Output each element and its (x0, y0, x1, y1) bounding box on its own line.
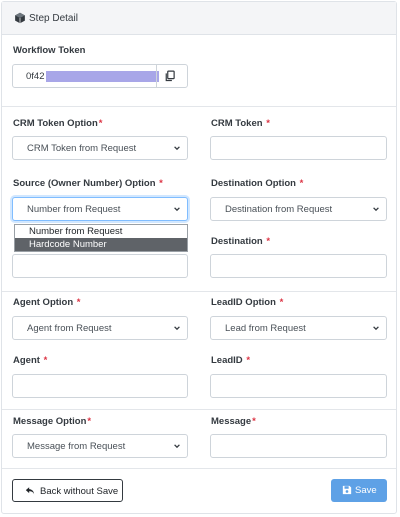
source-option-dropdown: Number from Request Hardcode Number (14, 224, 188, 252)
copy-icon[interactable] (164, 70, 176, 82)
crm-token-input[interactable] (210, 136, 387, 160)
leadid-option-value: Lead from Request (225, 323, 306, 334)
crm-token-option-label: CRM Token Option* (13, 118, 103, 129)
cube-icon (15, 12, 25, 24)
page-title: Step Detail (29, 13, 78, 24)
reply-arrow-icon (25, 487, 35, 495)
back-without-save-button[interactable]: Back without Save (12, 479, 123, 502)
message-label: Message* (211, 416, 256, 427)
workflow-token-label: Workflow Token (13, 45, 86, 56)
destination-option-select[interactable]: Destination from Request (210, 197, 387, 221)
agent-label: Agent * (13, 355, 48, 366)
dropdown-option-hardcode-number[interactable]: Hardcode Number (15, 238, 187, 251)
leadid-input[interactable] (210, 374, 387, 398)
section-divider (2, 409, 396, 410)
agent-input[interactable] (12, 374, 188, 398)
source-option-label: Source (Owner Number) Option * (13, 178, 163, 189)
workflow-token-field[interactable]: 0f42 (12, 64, 188, 88)
destination-input[interactable] (210, 254, 387, 278)
crm-token-option-select[interactable]: CRM Token from Request (12, 136, 188, 160)
source-number-input[interactable] (12, 254, 188, 278)
leadid-option-label: LeadID Option * (211, 297, 284, 308)
message-option-value: Message from Request (27, 441, 126, 452)
chevron-down-icon (174, 207, 180, 212)
chevron-down-icon (373, 207, 379, 212)
crm-token-label: CRM Token * (211, 118, 270, 129)
floppy-disk-icon (342, 485, 352, 495)
chevron-down-icon (174, 444, 180, 449)
crm-token-option-value: CRM Token from Request (27, 143, 137, 154)
input-group-divider (156, 65, 157, 87)
chevron-down-icon (174, 326, 180, 331)
save-button-label: Save (355, 485, 377, 496)
agent-option-value: Agent from Request (27, 323, 112, 334)
message-option-label: Message Option* (13, 416, 92, 427)
dropdown-option-number-from-request[interactable]: Number from Request (15, 225, 187, 238)
workflow-token-redaction (46, 71, 159, 82)
agent-option-label: Agent Option * (13, 297, 81, 308)
source-option-value: Number from Request (27, 204, 121, 215)
message-option-select[interactable]: Message from Request (12, 434, 188, 458)
section-divider (2, 291, 396, 292)
message-input[interactable] (210, 434, 387, 458)
source-option-select[interactable]: Number from Request (12, 197, 188, 221)
footer-divider (2, 468, 396, 469)
chevron-down-icon (373, 326, 379, 331)
leadid-label: LeadID * (211, 355, 251, 366)
back-button-label: Back without Save (40, 486, 119, 497)
leadid-option-select[interactable]: Lead from Request (210, 316, 387, 340)
destination-option-label: Destination Option * (211, 178, 304, 189)
chevron-down-icon (174, 146, 180, 151)
card-header: Step Detail (2, 2, 396, 35)
destination-option-value: Destination from Request (225, 204, 333, 215)
agent-option-select[interactable]: Agent from Request (12, 316, 188, 340)
save-button[interactable]: Save (331, 479, 387, 502)
section-divider (2, 106, 396, 107)
workflow-token-value: 0f42 (26, 71, 45, 82)
destination-label: Destination * (211, 236, 271, 247)
